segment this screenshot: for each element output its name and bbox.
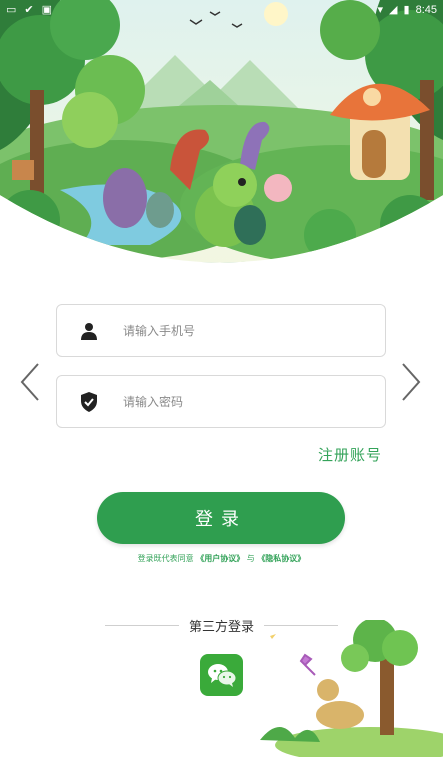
- status-right: ▾ ◢ ▮ 8:45: [378, 4, 443, 16]
- login-button[interactable]: 登录: [97, 492, 345, 544]
- status-bar: ▭ ✔ ▣ ▾ ◢ ▮ 8:45: [0, 0, 443, 20]
- status-time: 8:45: [415, 4, 437, 16]
- phone-field[interactable]: [56, 304, 386, 357]
- previous-arrow-button[interactable]: [16, 362, 44, 402]
- password-field[interactable]: [56, 375, 386, 428]
- chevron-right-icon: [402, 363, 421, 401]
- register-link[interactable]: 注册账号: [318, 444, 382, 465]
- hero-illustration: [0, 0, 443, 285]
- a-icon: ▣: [41, 4, 53, 16]
- shield-icon: [79, 391, 99, 412]
- user-icon: [79, 321, 99, 341]
- wifi-icon: ▾: [377, 4, 384, 16]
- chevron-left-icon: [20, 363, 39, 401]
- agreement-prefix: 登录既代表同意: [137, 554, 194, 563]
- bottom-dinosaur-decoration: [240, 618, 443, 761]
- tree-dinosaur-illustration: [260, 618, 443, 761]
- phone-input[interactable]: [121, 322, 355, 339]
- wechat-icon: [207, 664, 236, 687]
- dinosaur-forest-illustration: [0, 0, 443, 263]
- privacy-policy-link[interactable]: 《隐私协议》: [257, 554, 305, 563]
- notification-icon: ▭: [6, 4, 17, 16]
- next-arrow-button[interactable]: [397, 362, 425, 402]
- signal-icon: ◢: [389, 4, 398, 16]
- password-input[interactable]: [121, 393, 355, 410]
- user-agreement-link[interactable]: 《用户协议》: [196, 554, 244, 563]
- battery-icon: ▮: [403, 4, 410, 16]
- check-icon: ✔: [24, 4, 34, 16]
- agreement-text: 登录既代表同意 《用户协议》 与 《隐私协议》: [0, 553, 443, 564]
- status-left: ▭ ✔ ▣: [0, 4, 52, 16]
- divider-line-left: [105, 624, 179, 626]
- agreement-conjunction: 与: [246, 554, 255, 563]
- wechat-login-button[interactable]: [200, 654, 243, 696]
